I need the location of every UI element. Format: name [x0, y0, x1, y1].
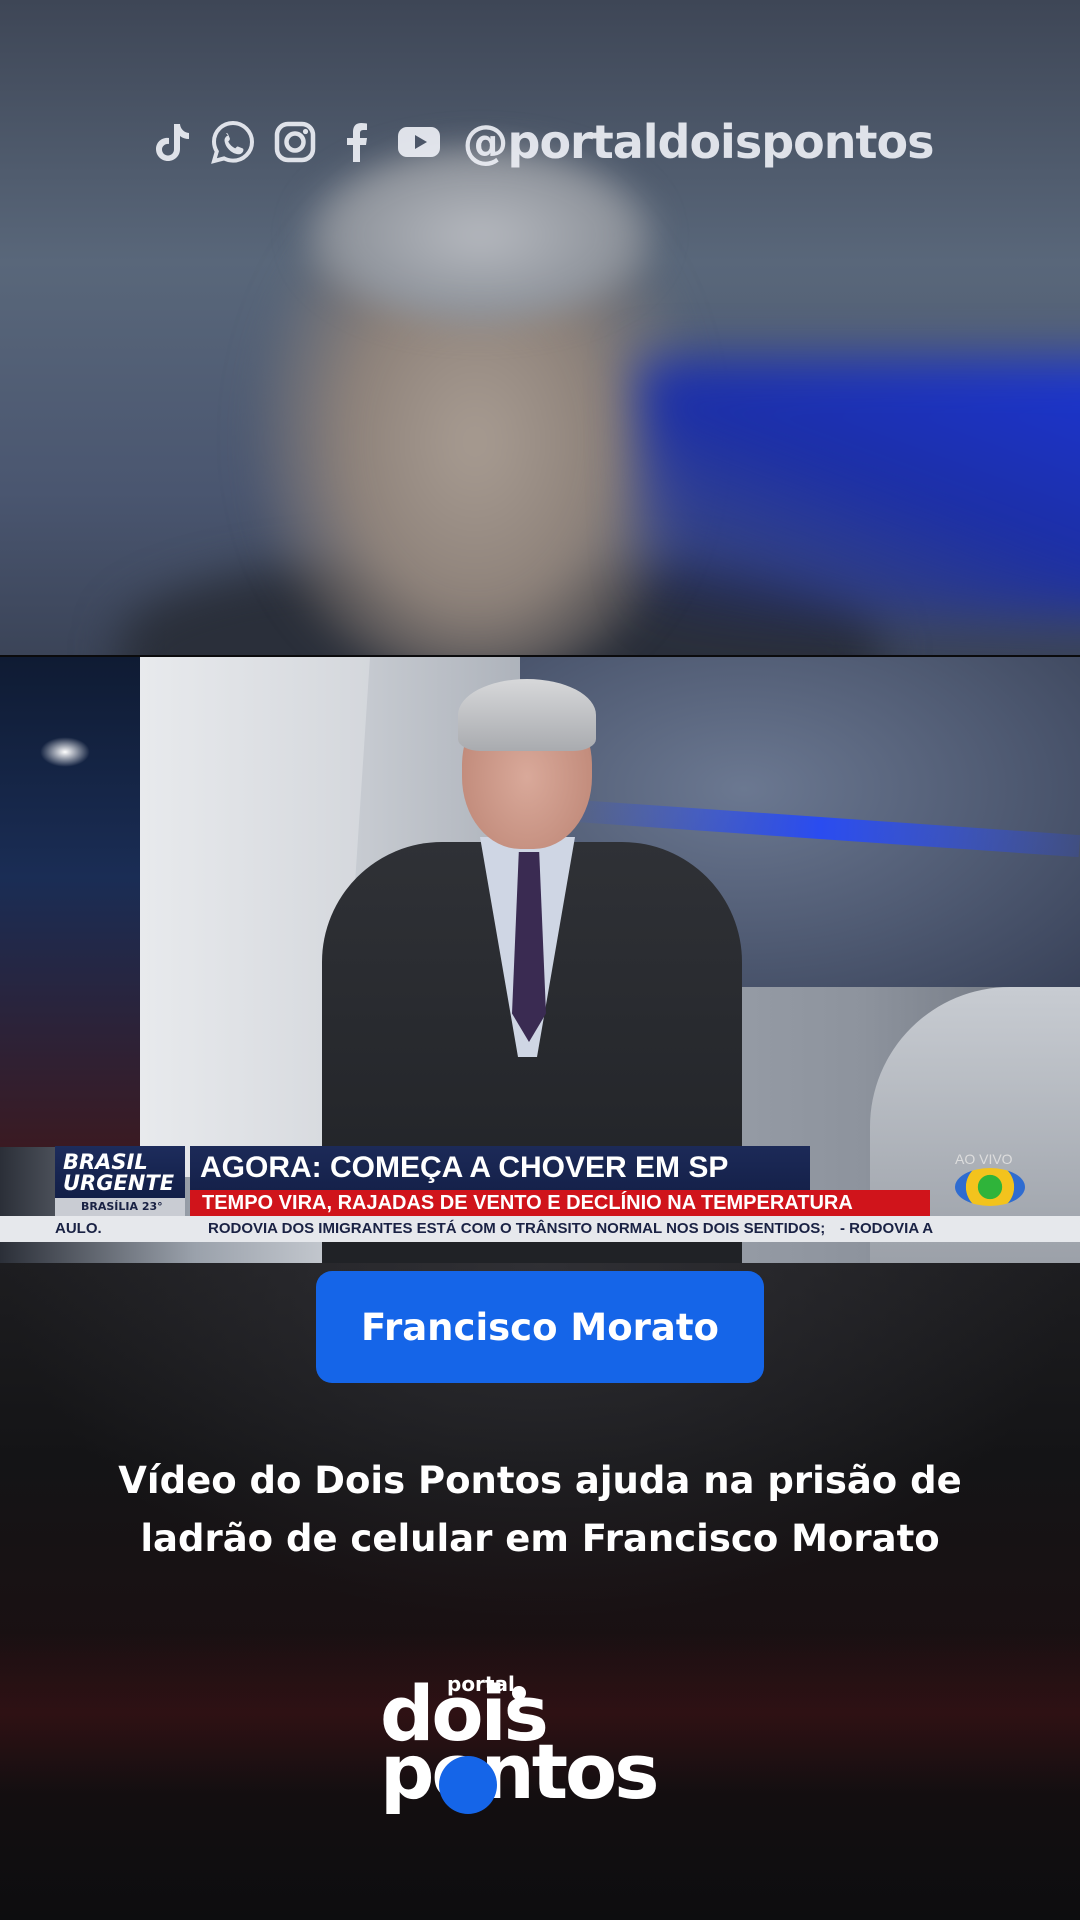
video-frame[interactable]: BRASIL URGENTE BRASÍLIA 23° AGORA: COMEÇ… [0, 657, 1080, 1263]
tv-subheadline: TEMPO VIRA, RAJADAS DE VENTO E DECLÍNIO … [190, 1190, 930, 1216]
social-handle[interactable]: @portaldoispontos [463, 115, 935, 169]
post-headline: Vídeo do Dois Pontos ajuda na prisão de … [60, 1452, 1020, 1568]
whatsapp-icon[interactable] [209, 118, 257, 166]
tv-headline: AGORA: COMEÇA A CHOVER EM SP [190, 1146, 810, 1190]
tv-ticker-left: AULO. [55, 1220, 102, 1237]
tv-live-label: AO VIVO [955, 1151, 1013, 1167]
location-badge[interactable]: Francisco Morato [316, 1271, 764, 1383]
blurred-background-top [0, 0, 1080, 655]
tv-lower-third: BRASIL URGENTE BRASÍLIA 23° AGORA: COMEÇ… [0, 1146, 1080, 1263]
post-headline-line2: ladrão de celular em Francisco Morato [140, 1517, 940, 1560]
blurred-blue-light [640, 360, 1080, 620]
tv-logo-line2: URGENTE [63, 1171, 175, 1195]
tv-channel-logo-icon [955, 1168, 1025, 1206]
tv-logo-weather: BRASÍLIA 23° [55, 1198, 185, 1216]
tv-show-logo: BRASIL URGENTE BRASÍLIA 23° [55, 1146, 185, 1216]
tv-logo-line1: BRASIL [63, 1150, 148, 1174]
youtube-icon[interactable] [395, 118, 443, 166]
tv-ticker-right: - RODOVIA A [840, 1220, 934, 1237]
tv-logo-city: BRASÍLIA [81, 1200, 138, 1213]
facebook-icon[interactable] [333, 118, 381, 166]
social-handle-row: @portaldoispontos [0, 112, 1080, 172]
anchor-hair [458, 679, 596, 751]
brand-word-pontos: pontos [380, 1727, 659, 1816]
brand-dot [512, 1686, 526, 1700]
post-headline-line1: Vídeo do Dois Pontos ajuda na prisão de [118, 1459, 962, 1502]
instagram-icon[interactable] [271, 118, 319, 166]
tiktok-icon[interactable] [147, 118, 195, 166]
portal-dois-pontos-logo: portal dois pontos [380, 1672, 710, 1832]
tv-logo-temp: 23° [141, 1200, 163, 1213]
brand-blue-dot [439, 1756, 497, 1814]
tv-ticker-main: RODOVIA DOS IMIGRANTES ESTÁ COM O TRÂNSI… [208, 1220, 826, 1237]
tv-ticker: AULO. RODOVIA DOS IMIGRANTES ESTÁ COM O … [0, 1216, 1080, 1242]
